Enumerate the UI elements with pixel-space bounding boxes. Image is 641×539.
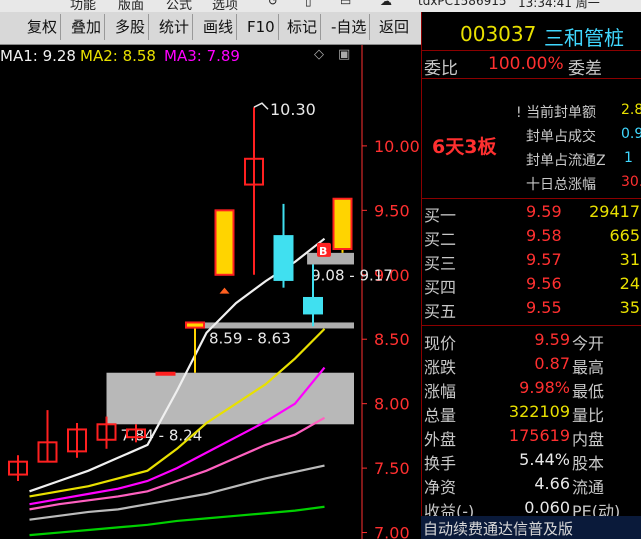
stat-label: 外盘 [424,430,457,449]
bid-label: 买二 [424,230,457,249]
seal-float-value: 1 [624,150,633,166]
candle-body [185,321,205,329]
stat-label: 涨幅 [424,382,457,401]
bid-volume: 31 [619,250,640,269]
weicha-label: 委差 [568,59,602,79]
bid-price: 9.57 [526,250,562,269]
seal-float-label: 封单占流通Z [526,153,606,169]
draw-line-button[interactable]: 画线 [200,14,238,40]
stat-label: 净资 [424,478,457,497]
icon-print[interactable]: ▭ [340,0,351,8]
bid-price: 9.58 [526,226,562,245]
kline-chart-panel[interactable]: MA1: 9.28 MA2: 8.58 MA3: 7.89 ◇ ▣ 10.00 9… [0,45,421,539]
price-zone [106,372,354,425]
zone-label: 9.08 - 9.17 [311,266,393,284]
bid-label: 买一 [424,206,457,225]
stat-label-2: 今开 [572,334,605,353]
seal-amount-label: ! 当前封单额 [516,105,597,121]
seal-turnover-label: 封单占成交 [526,129,596,145]
bid-volume: 29417 [589,202,640,221]
stat-value: 9.59 [534,330,570,349]
kline-svg: 10.009.509.008.508.007.507.009.08 - 9.17… [8,45,420,539]
stat-value: 4.66 [534,474,570,493]
stat-value: 322109 [508,402,570,421]
icon-refresh[interactable]: ↺ [268,0,278,8]
stat-value: 0.060 [524,498,570,517]
bid-label: 买五 [424,302,457,321]
bid-label: 买三 [424,254,457,273]
stat-label: 涨跌 [424,358,457,377]
bid-price: 9.56 [526,274,562,293]
candle-body [332,197,353,251]
menu-function[interactable]: 功能 [70,0,96,12]
stat-value: 175619 [508,426,570,445]
ten-day-gain-label: 十日总涨幅 [526,177,596,193]
stat-label-2: 流通 [572,478,605,497]
price-tick-label: 8.00 [374,395,410,414]
menu-layout[interactable]: 版面 [118,0,144,12]
stat-value: 9.98% [519,378,570,397]
stat-label: 换手 [424,454,457,473]
high-label: 10.30 [270,100,316,119]
weibi-value: 100.00% [488,54,564,74]
price-tick-label: 10.00 [374,137,420,156]
menu-options[interactable]: 选项 [212,0,238,12]
back-button[interactable]: 返回 [376,14,412,40]
price-tick-label: 8.50 [374,330,410,349]
restore-rights-button[interactable]: 复权 [24,14,62,40]
ten-day-gain-value: 30. [621,174,641,190]
price-tick-label: 7.00 [374,524,410,539]
ticker-text: 自动续费通达信普及版 [423,520,574,538]
chart-toolbar: 复权 叠加 多股 统计 画线 F10 标记 -自选 返回 [0,12,421,45]
price-zone [195,322,354,329]
stat-label: 现价 [424,334,457,353]
seal-amount-value: 2.8 [621,102,641,118]
price-tick-label: 7.50 [374,459,410,478]
up-triangle-marker [219,287,230,294]
stat-label: 总量 [424,406,457,425]
seal-turnover-value: 0.9 [621,126,641,142]
stock-code: 003037 [460,22,537,46]
quote-panel: 003037 三和管桩 委比 100.00% 委差 6天3板 ! 当前封单额 2… [421,12,641,539]
candle-body [214,209,235,276]
weibi-label: 委比 [424,59,458,79]
stat-label-2: 最低 [572,382,605,401]
overlay-button[interactable]: 叠加 [68,14,106,40]
user-id: tdxPC1586915 [418,0,507,8]
high-arrow [253,102,269,110]
bid-volume: 35 [619,298,640,317]
mark-button[interactable]: 标记 [284,14,322,40]
watchlist-button[interactable]: -自选 [328,14,371,40]
stat-label-2: 内盘 [572,430,605,449]
board-count: 6天3板 [432,136,497,158]
bid-volume: 665 [609,226,640,245]
zone-label: 8.59 - 8.63 [209,330,291,348]
stat-value: 0.87 [534,354,570,373]
bid-price: 9.59 [526,202,562,221]
clock: 13:34:41 周一 [518,0,600,10]
multi-stock-button[interactable]: 多股 [112,14,150,40]
bid-price: 9.55 [526,298,562,317]
menu-formula[interactable]: 公式 [166,0,192,12]
ticker-bar[interactable]: 自动续费通达信普及版 [421,516,641,539]
ma-line-green [29,505,325,537]
system-menu-bar: 功能 版面 公式 选项 ↺ ▯ ▭ ☁ tdxPC1586915 13:34:4… [0,0,641,12]
stat-label-2: 最高 [572,358,605,377]
stat-label-2: 股本 [572,454,605,473]
stock-name: 三和管桩 [544,26,624,50]
statistics-button[interactable]: 统计 [156,14,194,40]
candle-body [155,371,176,376]
bid-volume: 24 [619,274,640,293]
b-marker-text: B [319,245,327,258]
stock-header: 003037 三和管桩 [422,12,641,50]
f10-button[interactable]: F10 [244,14,279,40]
stat-label-2: 量比 [572,406,605,425]
icon-cloud[interactable]: ☁ [380,0,392,8]
stat-value: 5.44% [519,450,570,469]
bid-label: 买四 [424,278,457,297]
price-tick-label: 9.50 [374,201,410,220]
candle-body [273,235,294,281]
candle-body [303,296,323,315]
icon-lock[interactable]: ▯ [305,0,312,8]
